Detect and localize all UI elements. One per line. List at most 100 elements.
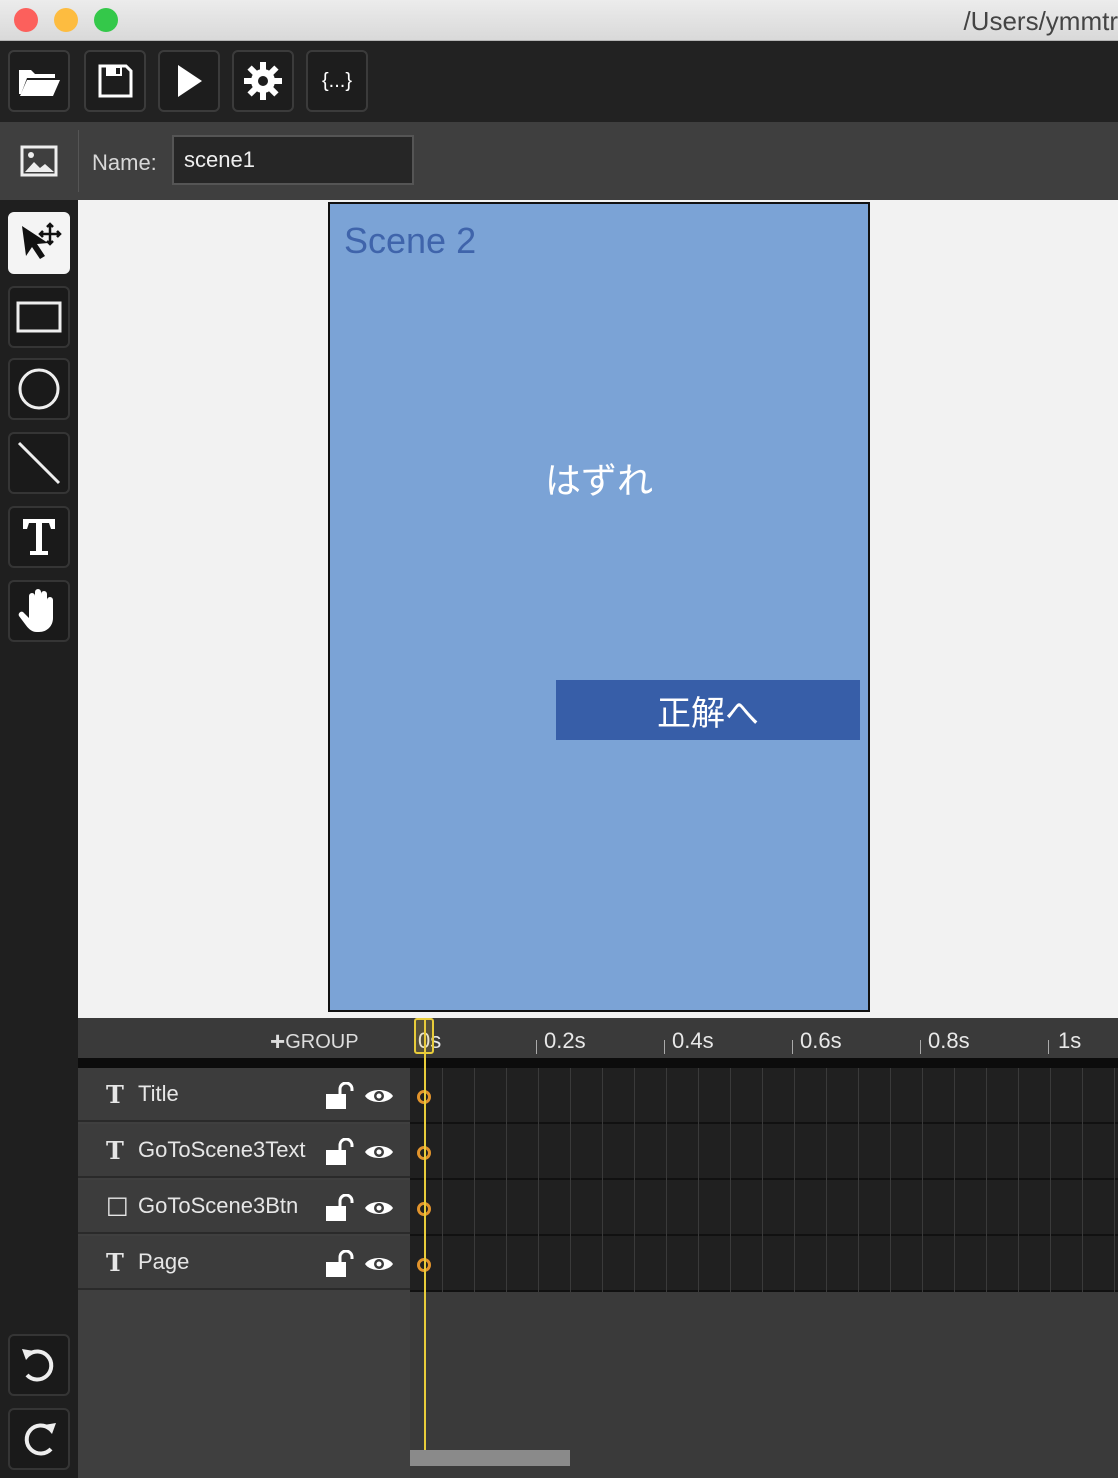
circle-icon bbox=[18, 368, 60, 410]
line-icon bbox=[17, 441, 61, 485]
text-tool[interactable] bbox=[8, 506, 70, 568]
tick-mark bbox=[792, 1040, 793, 1054]
grid-line bbox=[666, 1068, 667, 1292]
play-button[interactable] bbox=[158, 50, 220, 112]
add-group-button[interactable]: +GROUP bbox=[270, 1026, 359, 1057]
gear-icon bbox=[244, 62, 282, 100]
grid-line bbox=[762, 1068, 763, 1292]
folder-open-icon bbox=[19, 70, 60, 96]
layer-row-gotoscene3btn[interactable]: □ GoToScene3Btn bbox=[78, 1180, 410, 1234]
tick-mark bbox=[664, 1040, 665, 1054]
save-button[interactable] bbox=[84, 50, 146, 112]
grid-line bbox=[538, 1068, 539, 1292]
hand-tool[interactable] bbox=[8, 580, 70, 642]
tick-label: 0.2s bbox=[544, 1028, 586, 1053]
grid-line bbox=[474, 1068, 475, 1292]
rectangle-tool[interactable] bbox=[8, 286, 70, 348]
settings-button[interactable] bbox=[232, 50, 294, 112]
scene-name-input[interactable] bbox=[172, 135, 414, 185]
image-icon bbox=[20, 145, 58, 177]
grid-line bbox=[1018, 1068, 1019, 1292]
track-row[interactable] bbox=[410, 1180, 1118, 1236]
scene-image-button[interactable] bbox=[8, 130, 70, 192]
timeline-horizontal-scrollbar[interactable] bbox=[410, 1450, 570, 1466]
grid-line bbox=[858, 1068, 859, 1292]
grid-line bbox=[794, 1068, 795, 1292]
grid-line bbox=[1050, 1068, 1051, 1292]
layer-row-page[interactable]: T Page bbox=[78, 1236, 410, 1290]
timeline-separator bbox=[78, 1058, 1118, 1068]
grid-line bbox=[890, 1068, 891, 1292]
layer-type-rect-icon: □ bbox=[106, 1191, 129, 1219]
layer-name: GoToScene3Btn bbox=[138, 1193, 299, 1218]
main-toolbar: {...} bbox=[0, 41, 1118, 122]
floppy-disk-icon bbox=[98, 64, 133, 98]
unlock-icon[interactable] bbox=[324, 1250, 354, 1278]
grid-line bbox=[826, 1068, 827, 1292]
grid-line bbox=[634, 1068, 635, 1292]
redo-button[interactable] bbox=[8, 1408, 70, 1470]
ellipse-tool[interactable] bbox=[8, 358, 70, 420]
tick-label: 1s bbox=[1058, 1028, 1082, 1053]
grid-line bbox=[922, 1068, 923, 1292]
close-window-icon[interactable] bbox=[14, 8, 38, 32]
layer-type-text-icon: T bbox=[106, 1136, 124, 1165]
goto-scene3-button[interactable]: 正解へ bbox=[556, 680, 860, 740]
undo-button[interactable] bbox=[8, 1334, 70, 1396]
grid-line bbox=[602, 1068, 603, 1292]
eye-icon[interactable] bbox=[364, 1198, 394, 1218]
tick-mark bbox=[1048, 1040, 1049, 1054]
tick-mark bbox=[920, 1040, 921, 1054]
undo-icon bbox=[22, 1349, 54, 1382]
group-label: GROUP bbox=[285, 1031, 359, 1053]
name-label: Name: bbox=[92, 150, 157, 175]
hand-icon bbox=[18, 589, 53, 632]
layer-row-title[interactable]: T Title bbox=[78, 1068, 410, 1122]
track-row[interactable] bbox=[410, 1068, 1118, 1124]
layer-type-text-icon: T bbox=[106, 1248, 124, 1277]
text-icon bbox=[23, 519, 55, 555]
redo-icon bbox=[24, 1423, 56, 1456]
zoom-window-icon[interactable] bbox=[94, 8, 118, 32]
playhead-line[interactable] bbox=[424, 1018, 426, 1466]
eye-icon[interactable] bbox=[364, 1086, 394, 1106]
layer-name: GoToScene3Text bbox=[138, 1137, 306, 1162]
timeline-tracks[interactable] bbox=[410, 1068, 1118, 1292]
grid-line bbox=[954, 1068, 955, 1292]
tick-label: 0.8s bbox=[928, 1028, 970, 1053]
layer-list: T Title T GoToScene3Text □ GoToScene3Btn… bbox=[78, 1068, 410, 1478]
select-move-icon bbox=[22, 222, 62, 259]
play-icon bbox=[178, 65, 202, 97]
track-row[interactable] bbox=[410, 1236, 1118, 1292]
grid-line bbox=[506, 1068, 507, 1292]
line-tool[interactable] bbox=[8, 432, 70, 494]
playhead-handle[interactable] bbox=[414, 1018, 434, 1054]
window-titlebar: /Users/ymmtr bbox=[0, 0, 1118, 41]
layer-type-text-icon: T bbox=[106, 1080, 124, 1109]
minimize-window-icon[interactable] bbox=[54, 8, 78, 32]
grid-line bbox=[570, 1068, 571, 1292]
unlock-icon[interactable] bbox=[324, 1194, 354, 1222]
grid-line bbox=[698, 1068, 699, 1292]
layer-name: Page bbox=[138, 1249, 190, 1274]
scene-message-text[interactable]: はずれ bbox=[330, 452, 868, 504]
plus-icon: + bbox=[270, 1026, 286, 1056]
grid-line bbox=[442, 1068, 443, 1292]
unlock-icon[interactable] bbox=[324, 1082, 354, 1110]
eye-icon[interactable] bbox=[364, 1254, 394, 1274]
tick-mark bbox=[536, 1040, 537, 1054]
left-toolbox bbox=[0, 200, 78, 1478]
track-row[interactable] bbox=[410, 1124, 1118, 1180]
select-move-tool[interactable] bbox=[8, 212, 70, 274]
layer-row-gotoscene3text[interactable]: T GoToScene3Text bbox=[78, 1124, 410, 1178]
scene-title-text[interactable]: Scene 2 bbox=[344, 220, 476, 262]
unlock-icon[interactable] bbox=[324, 1138, 354, 1166]
open-button[interactable] bbox=[8, 50, 70, 112]
scene-stage[interactable]: Scene 2 はずれ 正解へ bbox=[328, 202, 870, 1012]
name-bar: Name: bbox=[0, 122, 1118, 200]
json-button[interactable]: {...} bbox=[306, 50, 368, 112]
window-path: /Users/ymmtr bbox=[963, 6, 1118, 36]
braces-icon: {...} bbox=[321, 69, 353, 92]
grid-line bbox=[1082, 1068, 1083, 1292]
eye-icon[interactable] bbox=[364, 1142, 394, 1162]
